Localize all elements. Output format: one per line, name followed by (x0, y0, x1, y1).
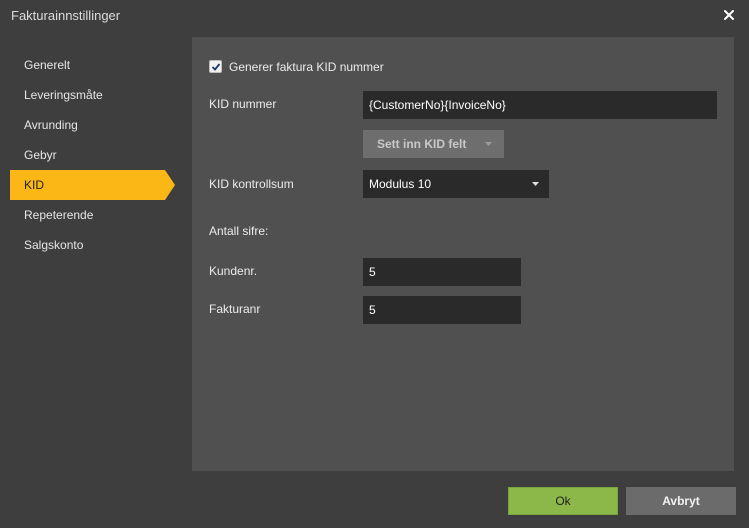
close-icon[interactable] (720, 6, 738, 24)
insert-kid-field-button[interactable]: Sett inn KID felt (363, 130, 504, 158)
sidebar-nav: Generelt Leveringsmåte Avrunding Gebyr K… (10, 50, 175, 260)
kid-number-label: KID nummer (209, 97, 277, 111)
sidebar-item-gebyr[interactable]: Gebyr (10, 140, 175, 170)
sidebar-item-generelt[interactable]: Generelt (10, 50, 175, 80)
kid-number-input[interactable]: {CustomerNo}{InvoiceNo} (363, 91, 717, 119)
dialog-title: Fakturainnstillinger (11, 8, 121, 23)
sidebar-item-label: Avrunding (24, 118, 78, 132)
kid-checksum-label: KID kontrollsum (209, 177, 294, 191)
checkmark-icon (211, 62, 220, 71)
kid-checksum-value: Modulus 10 (369, 177, 432, 191)
sidebar-item-label: Leveringsmåte (24, 88, 103, 102)
chevron-down-icon (485, 142, 492, 146)
settings-dialog: Fakturainnstillinger Generelt Leveringsm… (0, 0, 749, 528)
generate-kid-label: Generer faktura KID nummer (229, 60, 384, 74)
ok-button[interactable]: Ok (508, 487, 618, 515)
invoice-no-label: Fakturanr (209, 302, 261, 316)
generate-kid-checkbox[interactable] (209, 60, 222, 73)
invoice-no-value: 5 (369, 303, 376, 317)
sidebar-item-leveringsmate[interactable]: Leveringsmåte (10, 80, 175, 110)
sidebar-item-kid[interactable]: KID (10, 170, 175, 200)
customer-no-input[interactable]: 5 (363, 258, 521, 286)
kid-checksum-select[interactable]: Modulus 10 (363, 170, 549, 198)
kid-settings-panel: Generer faktura KID nummer KID nummer {C… (192, 37, 734, 471)
insert-kid-field-label: Sett inn KID felt (377, 137, 467, 151)
digits-heading: Antall sifre: (209, 224, 269, 238)
sidebar-item-salgskonto[interactable]: Salgskonto (10, 230, 175, 260)
invoice-no-input[interactable]: 5 (363, 296, 521, 324)
chevron-down-icon (532, 182, 539, 186)
sidebar-item-label: Repeterende (24, 208, 94, 222)
sidebar-item-label: Gebyr (24, 148, 57, 162)
cancel-button[interactable]: Avbryt (626, 487, 736, 515)
kid-number-value: {CustomerNo}{InvoiceNo} (369, 98, 506, 112)
sidebar-item-label: KID (24, 178, 45, 192)
customer-no-label: Kundenr. (209, 264, 258, 278)
customer-no-value: 5 (369, 265, 376, 279)
sidebar-item-avrunding[interactable]: Avrunding (10, 110, 175, 140)
sidebar-item-repeterende[interactable]: Repeterende (10, 200, 175, 230)
sidebar-item-label: Generelt (24, 58, 71, 72)
sidebar-item-label: Salgskonto (24, 238, 84, 252)
